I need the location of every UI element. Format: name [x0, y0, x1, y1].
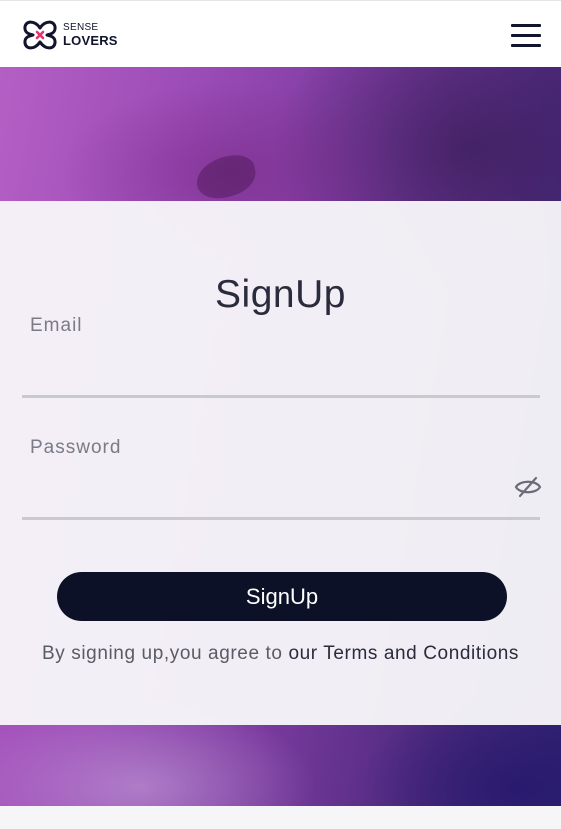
- logo-wordmark: SENSE LOVERS: [63, 22, 118, 48]
- site-header: SENSE LOVERS: [0, 0, 561, 67]
- logo-line-sense: SENSE: [63, 22, 99, 33]
- eye-slash-icon[interactable]: [514, 475, 542, 499]
- terms-conditions-link[interactable]: our Terms and Conditions: [288, 643, 519, 664]
- page-title: SignUp: [215, 273, 346, 316]
- signup-page: SENSE LOVERS SignUp Email Password SignU…: [0, 0, 561, 829]
- hero-photo-detail: [192, 151, 260, 203]
- email-label: Email: [30, 315, 83, 336]
- terms-agreement-text: By signing up,you agree to our Terms and…: [0, 643, 561, 665]
- hamburger-menu-icon[interactable]: [511, 24, 541, 48]
- brand-logo[interactable]: SENSE LOVERS: [22, 16, 118, 54]
- agree-prefix: By signing up,you agree to: [41, 643, 289, 664]
- page-footer-strip: [0, 806, 561, 829]
- password-field[interactable]: [22, 480, 540, 520]
- signup-button[interactable]: SignUp: [57, 572, 507, 621]
- signup-form-card: SignUp Email Password SignUp By signing …: [0, 201, 561, 725]
- logo-line-lovers: LOVERS: [63, 33, 118, 48]
- password-label: Password: [30, 437, 122, 458]
- email-field[interactable]: [22, 358, 540, 398]
- logo-icon: [23, 20, 57, 50]
